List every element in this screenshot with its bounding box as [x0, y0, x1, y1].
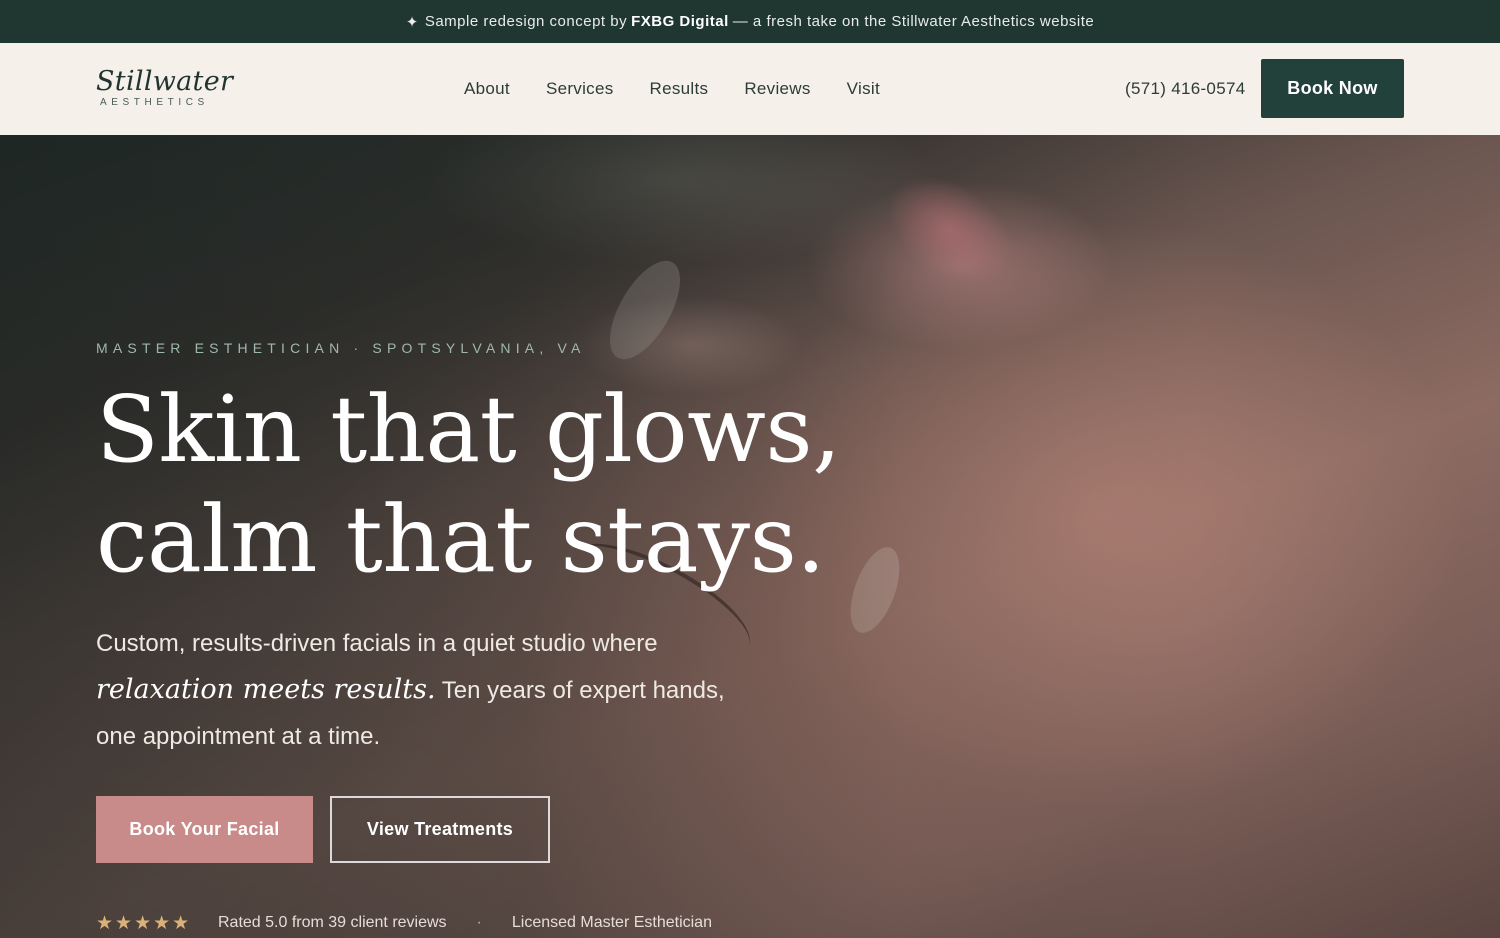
- view-treatments-button[interactable]: View Treatments: [330, 796, 550, 863]
- nav-link-services[interactable]: Services: [546, 79, 614, 99]
- nav-link-about[interactable]: About: [464, 79, 510, 99]
- hero-section: MASTER ESTHETICIAN · SPOTSYLVANIA, VA Sk…: [0, 135, 1500, 938]
- social-proof: ★★★★★ Rated 5.0 from 39 client reviews ·…: [96, 911, 712, 935]
- lede-start: Custom, results-driven facials in a quie…: [96, 630, 658, 657]
- credential-text: Licensed Master Esthetician: [511, 914, 712, 931]
- nav-link-results[interactable]: Results: [650, 79, 709, 99]
- logo-wordmark: Stillwater: [96, 66, 234, 97]
- lede-emphasis: relaxation meets results.: [96, 674, 436, 705]
- rating-text: Rated 5.0 from 39 client reviews: [218, 914, 447, 931]
- announcement-brand[interactable]: FXBG Digital: [631, 13, 729, 30]
- headline-line-1: Skin that glows,: [96, 376, 841, 483]
- announcement-suffix: — a fresh take on the Stillwater Aesthet…: [732, 13, 1095, 30]
- hero-eyebrow: MASTER ESTHETICIAN · SPOTSYLVANIA, VA: [96, 340, 586, 356]
- star-rating-icon: ★★★★★: [96, 912, 192, 934]
- book-now-button[interactable]: Book Now: [1261, 59, 1404, 118]
- site-header: Stillwater AESTHETICS About Services Res…: [0, 43, 1500, 135]
- book-your-facial-button[interactable]: Book Your Facial: [96, 796, 313, 863]
- phone-link[interactable]: (571) 416-0574: [1125, 43, 1245, 135]
- sparkle-icon: ✦: [405, 13, 419, 31]
- nav-link-reviews[interactable]: Reviews: [744, 79, 810, 99]
- primary-nav: About Services Results Reviews Visit: [464, 43, 880, 135]
- nav-link-visit[interactable]: Visit: [847, 79, 880, 99]
- announcement-bar: ✦ Sample redesign concept by FXBG Digita…: [0, 0, 1500, 43]
- hero-lede: Custom, results-driven facials in a quie…: [96, 621, 756, 760]
- logo-subtitle: AESTHETICS: [100, 97, 209, 108]
- headline-line-2: calm that stays.: [96, 486, 826, 593]
- separator-dot: ·: [476, 914, 482, 931]
- announcement-prefix: Sample redesign concept by: [424, 13, 628, 30]
- logo[interactable]: Stillwater AESTHETICS: [96, 67, 236, 117]
- hero-headline: Skin that glows, calm that stays.: [96, 375, 996, 595]
